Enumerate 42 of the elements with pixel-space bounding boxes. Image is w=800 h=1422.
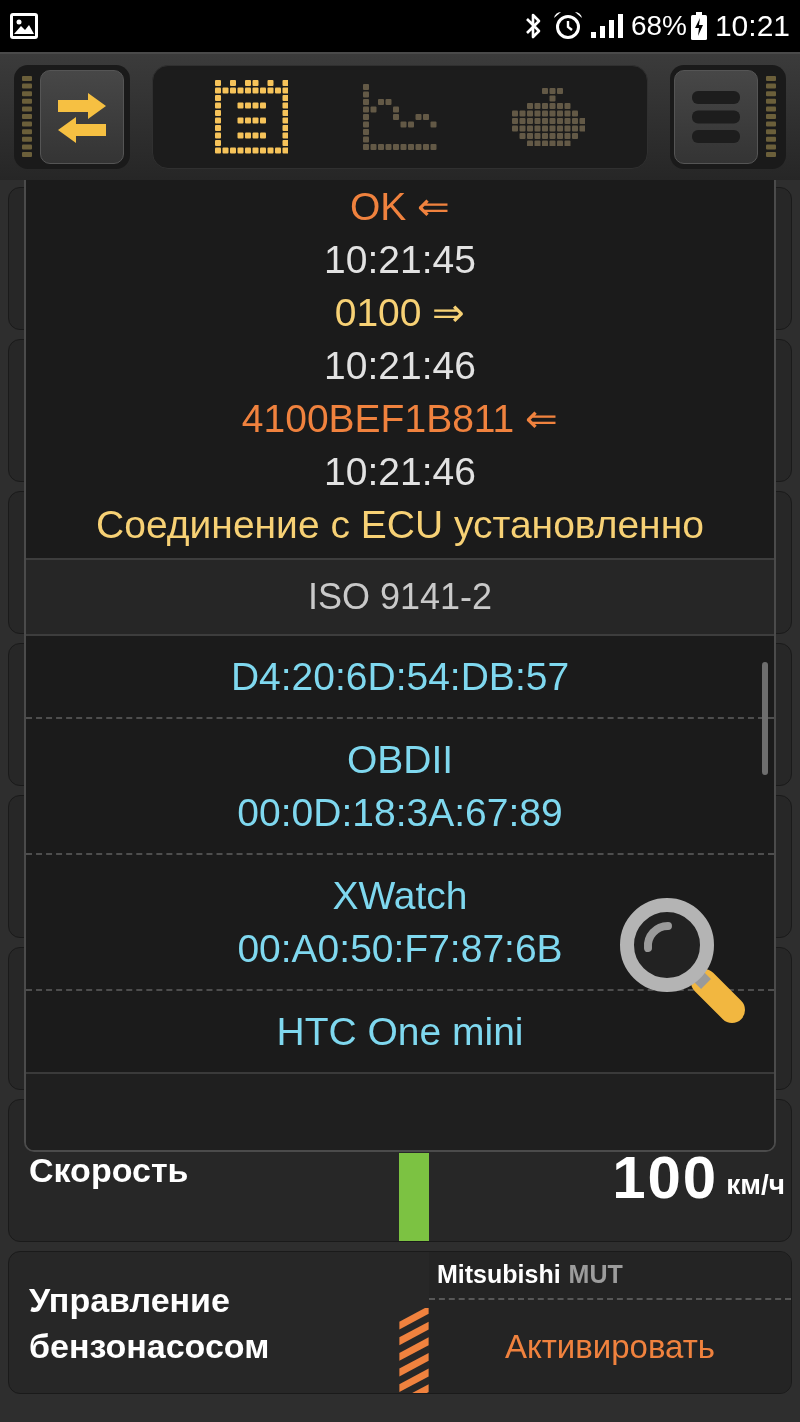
speed-value: 100 bbox=[612, 1147, 719, 1208]
log-response: OK ⇐ bbox=[349, 184, 451, 230]
device-address: D4:20:6D:54:DB:57 bbox=[230, 654, 570, 700]
swap-arrows-icon bbox=[58, 91, 106, 143]
protocol-name: MUT bbox=[568, 1259, 623, 1291]
activate-button[interactable]: Активировать bbox=[494, 1317, 726, 1376]
image-icon bbox=[10, 13, 38, 39]
search-icon bbox=[620, 898, 748, 1026]
status-message: Соединение с ECU установленно bbox=[96, 502, 704, 548]
swap-button[interactable] bbox=[40, 70, 124, 164]
make-label: Mitsubishi bbox=[437, 1259, 561, 1291]
device-address: 00:A0:50:F7:87:6B bbox=[237, 926, 563, 972]
engine-icon bbox=[511, 87, 586, 147]
search-button[interactable] bbox=[620, 898, 748, 1026]
device-name: OBDII bbox=[346, 737, 454, 783]
card-label: Управление бензонасосом bbox=[29, 1279, 271, 1367]
battery-charging-icon bbox=[690, 12, 707, 40]
line-chart-icon bbox=[363, 84, 437, 150]
menu-icon bbox=[692, 91, 740, 143]
hazard-stripes-icon bbox=[399, 1308, 429, 1393]
log-timestamp: 10:21:45 bbox=[324, 237, 476, 283]
calendar-icon bbox=[214, 80, 289, 154]
dotted-strip-icon bbox=[22, 76, 32, 158]
bluetooth-icon bbox=[524, 12, 541, 40]
alarm-clock-icon bbox=[552, 11, 583, 41]
device-list-item[interactable]: D4:20:6D:54:DB:57 bbox=[26, 636, 774, 717]
log-timestamp: 10:21:46 bbox=[324, 343, 476, 389]
device-name: XWatch bbox=[332, 873, 468, 919]
device-name: HTC One mini bbox=[276, 1009, 524, 1055]
scrollbar-thumb[interactable] bbox=[762, 662, 768, 775]
log-sent-command: 0100 ⇒ bbox=[334, 290, 466, 336]
card-label: Скорость bbox=[29, 1150, 189, 1191]
signal-icon bbox=[590, 14, 623, 38]
device-address: 00:0D:18:3A:67:89 bbox=[237, 790, 563, 836]
log-timestamp: 10:21:46 bbox=[324, 449, 476, 495]
menu-button[interactable] bbox=[674, 70, 758, 164]
log-response: 4100BEF1B811 ⇐ bbox=[241, 396, 559, 442]
dotted-strip-icon bbox=[766, 76, 776, 158]
protocol-label: ISO 9141-2 bbox=[307, 575, 493, 619]
battery-percent: 68% bbox=[630, 12, 687, 40]
clock: 10:21 bbox=[714, 11, 790, 41]
speed-unit: км/ч bbox=[726, 1171, 785, 1199]
